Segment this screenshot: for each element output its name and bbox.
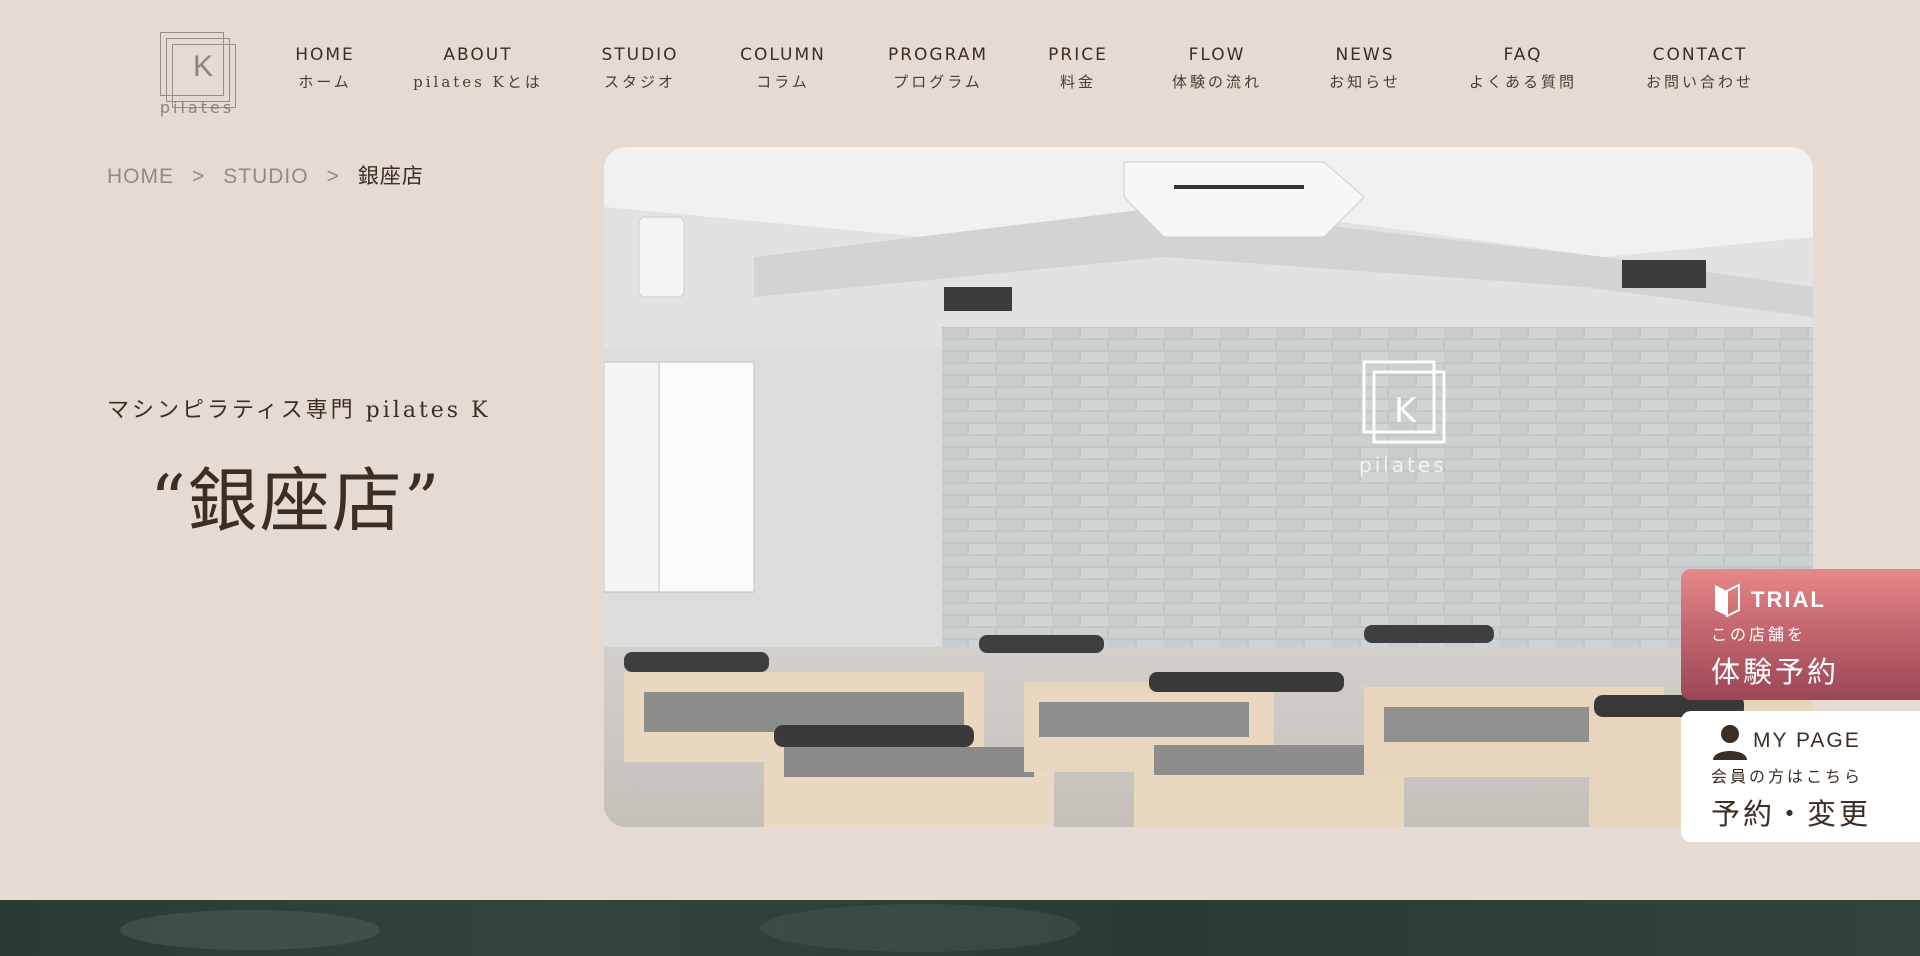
breadcrumb-separator: >	[326, 165, 340, 188]
nav-label-en: HOME	[295, 45, 355, 65]
breadcrumb-home[interactable]: HOME	[107, 165, 174, 188]
nav-label-ja: プログラム	[893, 73, 983, 91]
mypage-button[interactable]: MY PAGE 会員の方はこちら 予約・変更	[1681, 711, 1920, 842]
band-decoration	[120, 910, 380, 950]
nav-label-en: PROGRAM	[887, 45, 989, 65]
nav-label-en: CONTACT	[1652, 45, 1748, 65]
nav-item-studio[interactable]: STUDIO スタジオ	[601, 45, 678, 92]
nav-label-ja: スタジオ	[603, 73, 677, 91]
nav-label-ja: お知らせ	[1329, 73, 1401, 91]
nav-item-contact[interactable]: CONTACT お問い合わせ	[1646, 45, 1754, 92]
global-nav: HOME ホーム ABOUT pilates Kとは STUDIO スタジオ C…	[0, 45, 1920, 105]
user-icon	[1713, 725, 1747, 760]
studio-photo: K pilates	[604, 147, 1813, 827]
mypage-label-en: MY PAGE	[1753, 729, 1861, 752]
nav-label-ja: よくある質問	[1468, 73, 1578, 91]
trial-label-small: この店舗を	[1711, 625, 1807, 644]
nav-label-ja: pilates Kとは	[413, 73, 543, 91]
trial-label-en: TRIAL	[1751, 587, 1826, 612]
book-icon	[1715, 583, 1740, 618]
breadcrumb-current: 銀座店	[357, 165, 424, 188]
mypage-label-big: 予約・変更	[1711, 797, 1872, 831]
nav-label-ja: お問い合わせ	[1645, 73, 1755, 91]
nav-item-price[interactable]: PRICE 料金	[1048, 45, 1108, 92]
breadcrumb-studio[interactable]: STUDIO	[223, 165, 308, 188]
nav-item-news[interactable]: NEWS お知らせ	[1329, 45, 1401, 92]
nav-label-en: FLOW	[1188, 45, 1246, 65]
trial-booking-button[interactable]: TRIAL この店舗を 体験予約	[1681, 569, 1920, 700]
nav-label-ja: コラム	[756, 73, 810, 91]
nav-label-en: ABOUT	[443, 45, 513, 65]
page-title: “銀座店”	[150, 460, 442, 542]
nav-label-en: FAQ	[1503, 45, 1543, 65]
next-section-band	[0, 900, 1920, 956]
nav-label-ja: ホーム	[298, 73, 352, 91]
nav-label-en: STUDIO	[601, 45, 679, 65]
mypage-label-small: 会員の方はこちら	[1711, 767, 1864, 786]
nav-label-ja: 体験の流れ	[1171, 73, 1263, 91]
band-decoration	[760, 904, 1080, 952]
nav-label-en: COLUMN	[740, 45, 826, 65]
nav-item-column[interactable]: COLUMN コラム	[740, 45, 826, 92]
nav-label-en: NEWS	[1335, 45, 1395, 65]
svg-text:K: K	[1394, 391, 1418, 431]
nav-item-faq[interactable]: FAQ よくある質問	[1469, 45, 1577, 92]
nav-item-program[interactable]: PROGRAM プログラム	[888, 45, 988, 92]
nav-label-en: PRICE	[1048, 45, 1108, 65]
nav-item-home[interactable]: HOME ホーム	[295, 45, 355, 92]
breadcrumb: HOME > STUDIO > 銀座店	[107, 160, 424, 190]
nav-item-about[interactable]: ABOUT pilates Kとは	[413, 45, 543, 92]
hero-subtitle: マシンピラティス専門 pilates K	[107, 398, 491, 423]
nav-label-ja: 料金	[1059, 73, 1097, 91]
svg-text:pilates: pilates	[1359, 453, 1447, 477]
trial-label-big: 体験予約	[1711, 655, 1840, 689]
breadcrumb-separator: >	[192, 165, 206, 188]
nav-item-flow[interactable]: FLOW 体験の流れ	[1172, 45, 1262, 92]
